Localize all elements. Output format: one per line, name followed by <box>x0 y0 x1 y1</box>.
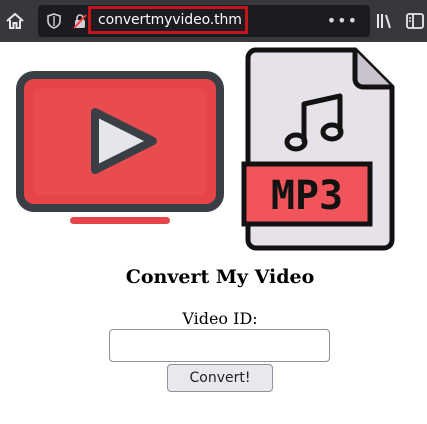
browser-toolbar: convertmyvideo.thm ••• <box>0 0 427 42</box>
url-text[interactable]: convertmyvideo.thm <box>98 12 242 28</box>
video-id-input[interactable] <box>109 329 330 362</box>
convert-button[interactable]: Convert! <box>167 364 273 392</box>
lock-icon[interactable] <box>72 13 88 29</box>
library-icon[interactable] <box>374 11 398 31</box>
page-actions-icon[interactable]: ••• <box>327 11 358 30</box>
mp3-label: MP3 <box>271 173 343 219</box>
url-bar[interactable]: convertmyvideo.thm ••• <box>38 5 370 37</box>
page-title: Convert My Video <box>125 266 315 288</box>
shield-icon[interactable] <box>46 13 62 29</box>
video-player-logo <box>15 70 227 234</box>
mp3-file-icon: MP3 <box>240 46 400 256</box>
home-icon[interactable] <box>4 11 26 31</box>
video-id-label: Video ID: <box>182 309 258 328</box>
sidebar-icon[interactable] <box>404 11 426 31</box>
